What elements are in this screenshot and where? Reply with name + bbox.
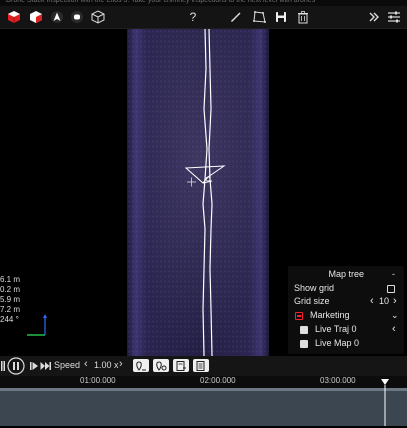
- fast-forward-icon[interactable]: [40, 361, 52, 371]
- cube-red-icon[interactable]: [6, 9, 22, 25]
- map-tree-collapse-button[interactable]: -: [392, 268, 395, 281]
- record-icon[interactable]: [69, 9, 85, 25]
- double-chevron-right-icon[interactable]: [366, 9, 382, 25]
- tree-item-live-map[interactable]: Live Map 0: [288, 337, 404, 350]
- help-icon[interactable]: ?: [185, 9, 201, 25]
- grid-size-decrease-icon[interactable]: ‹: [370, 295, 374, 308]
- report-document-button[interactable]: [193, 359, 209, 372]
- show-grid-checkbox[interactable]: [387, 285, 395, 293]
- save-icon[interactable]: [273, 9, 289, 25]
- timeline-ruler: 01:00.000 02:00.000 03:00.000: [0, 376, 407, 388]
- marketing-visibility-checkbox[interactable]: [295, 312, 303, 320]
- top-toolbar: ?: [0, 6, 407, 29]
- grid-size-row: Grid size ‹ 10 ›: [288, 295, 404, 308]
- cube-outline-icon[interactable]: [90, 9, 106, 25]
- coord-altitude: 7.2 m: [0, 305, 21, 314]
- navigation-arrow-icon[interactable]: [49, 9, 65, 25]
- timeline-tick-label: 02:00.000: [200, 376, 236, 385]
- timeline-track[interactable]: [0, 388, 407, 426]
- show-grid-row: Show grid: [288, 282, 404, 295]
- polygon-icon[interactable]: [251, 9, 267, 25]
- chevron-down-icon[interactable]: ⌄: [391, 309, 399, 322]
- grid-size-value: 10: [379, 296, 390, 306]
- show-grid-label: Show grid: [294, 283, 335, 293]
- coord-y: 0.2 m: [0, 285, 21, 294]
- timeline-tick-label: 01:00.000: [80, 376, 116, 385]
- menu-sliders-icon[interactable]: [386, 9, 402, 25]
- map-tree-title: Map tree: [328, 269, 364, 279]
- trash-icon[interactable]: [295, 9, 311, 25]
- speed-label: Speed: [54, 360, 81, 370]
- playback-bar: Speed ‹ 1.00 x ›: [0, 356, 407, 376]
- export-document-button[interactable]: [173, 359, 189, 372]
- waypoint-add-button[interactable]: [153, 359, 169, 372]
- grid-size-label: Grid size: [294, 296, 330, 306]
- speed-increase-icon[interactable]: ›: [119, 358, 123, 370]
- coordinate-readout: 6.1 m 0.2 m 5.9 m 7.2 m 244 °: [0, 275, 20, 325]
- timeline-playhead[interactable]: [380, 379, 389, 426]
- grid-size-increase-icon[interactable]: ›: [393, 295, 397, 308]
- tree-item-label: Live Map 0: [315, 338, 360, 348]
- tree-item-label: Live Traj 0: [315, 324, 357, 334]
- tree-item-label: Marketing: [310, 310, 350, 320]
- speed-decrease-icon[interactable]: ‹: [84, 358, 88, 370]
- map-tree-panel: Map tree - Show grid Grid size ‹ 10 › Ma…: [288, 266, 404, 354]
- speed-value: 1.00 x: [94, 360, 119, 370]
- timeline-tick-label: 03:00.000: [320, 376, 356, 385]
- live-map-visibility-checkbox[interactable]: [300, 340, 308, 348]
- live-traj-visibility-checkbox[interactable]: [300, 326, 308, 334]
- coord-heading: 244 °: [0, 315, 19, 324]
- pause-button[interactable]: [6, 357, 26, 375]
- waypoint-marker-button[interactable]: [133, 359, 149, 372]
- chevron-left-icon[interactable]: ‹: [392, 323, 396, 336]
- tree-item-live-traj[interactable]: Live Traj 0 ‹: [288, 323, 404, 336]
- coord-z: 5.9 m: [0, 295, 21, 304]
- tree-item-marketing[interactable]: Marketing ⌄: [288, 309, 404, 322]
- timeline-progress-bar: [0, 388, 407, 391]
- coord-x: 6.1 m: [0, 275, 21, 284]
- axis-gizmo-icon: [27, 314, 47, 336]
- cube-red-white-icon[interactable]: [28, 9, 44, 25]
- step-forward-icon[interactable]: [29, 361, 39, 371]
- pencil-icon[interactable]: [228, 9, 244, 25]
